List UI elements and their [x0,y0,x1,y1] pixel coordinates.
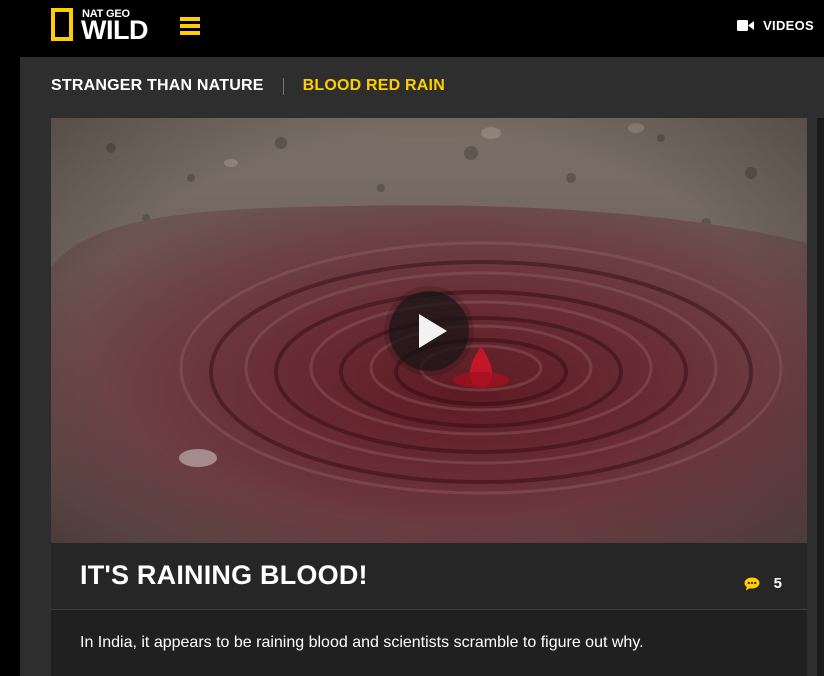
comment-bubble-icon [744,577,760,590]
logo-main-text: WILD [81,15,148,45]
videos-link[interactable]: VIDEOS [737,18,814,33]
comment-count: 5 [773,575,782,592]
breadcrumb-parent-link[interactable]: STRANGER THAN NATURE [51,77,264,95]
site-header: NAT GEO WILD VIDEOS [0,0,824,57]
play-button[interactable] [389,291,469,371]
video-card: IT'S RAINING BLOOD! 5 In India, it appea… [51,118,807,676]
breadcrumb-divider [282,77,284,95]
videos-label: VIDEOS [763,18,814,33]
play-icon [419,314,447,348]
video-description: In India, it appears to be raining blood… [80,634,644,651]
nat-geo-wild-logo[interactable]: NAT GEO WILD [51,8,157,44]
video-title-row: IT'S RAINING BLOOD! 5 [51,543,807,610]
breadcrumb-current[interactable]: BLOOD RED RAIN [303,77,445,95]
menu-bar-2 [180,24,200,28]
breadcrumb: STRANGER THAN NATURE BLOOD RED RAIN [51,77,445,95]
video-camera-icon [737,20,755,31]
next-card-edge [817,118,824,676]
menu-bar-3 [180,31,200,35]
hamburger-menu-icon[interactable] [180,17,200,35]
video-title: IT'S RAINING BLOOD! [80,560,368,590]
menu-bar-1 [180,17,200,21]
video-player[interactable] [51,118,807,543]
comments-link[interactable]: 5 [744,575,782,592]
logo-yellow-border [51,8,73,41]
